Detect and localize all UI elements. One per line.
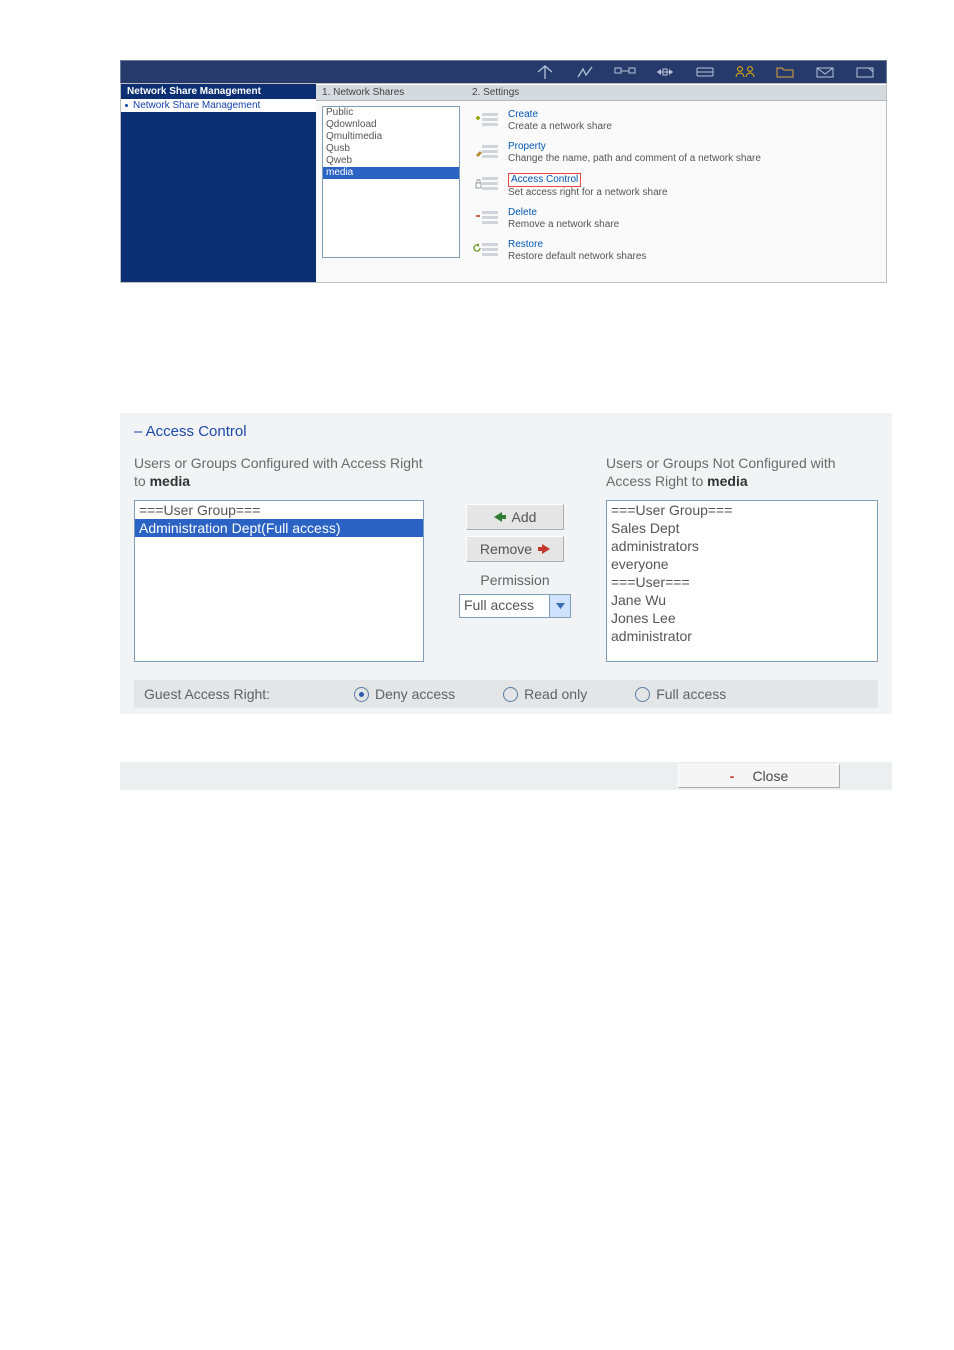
sidebar: Network Share Management Network Share M… xyxy=(121,84,316,282)
share-item[interactable]: Qusb xyxy=(323,143,459,155)
settings-row-title: Delete xyxy=(508,207,619,219)
share-item[interactable]: Public xyxy=(323,107,459,119)
guest-radio-full-access[interactable]: Full access xyxy=(635,686,726,702)
settings-icon xyxy=(476,109,502,129)
folder-icon[interactable] xyxy=(776,64,794,80)
close-button[interactable]: - Close xyxy=(678,764,840,788)
settings-row-desc: Change the name, path and comment of a n… xyxy=(508,153,761,165)
mail-icon[interactable] xyxy=(816,64,834,80)
minus-icon: - xyxy=(730,768,735,784)
settings-row-title: Property xyxy=(508,141,761,153)
storage-icon[interactable] xyxy=(696,64,714,80)
settings-row-create[interactable]: CreateCreate a network share xyxy=(476,109,876,133)
guest-radio-label: Full access xyxy=(656,686,726,702)
settings-icon xyxy=(476,207,502,227)
arrow-right-icon xyxy=(538,544,550,554)
guest-radio-read-only[interactable]: Read only xyxy=(503,686,587,702)
list-item[interactable]: ===User Group=== xyxy=(135,501,423,519)
chevron-down-icon xyxy=(549,595,570,617)
guest-access-label: Guest Access Right: xyxy=(144,686,354,702)
quick-icon[interactable] xyxy=(576,64,594,80)
settings-row-desc: Remove a network share xyxy=(508,219,619,231)
not-configured-label: Users or Groups Not Configured with Acce… xyxy=(606,454,878,490)
sidebar-heading: Network Share Management xyxy=(121,84,316,99)
permission-label: Permission xyxy=(480,572,549,588)
guest-radio-deny-access[interactable]: Deny access xyxy=(354,686,455,702)
remove-button[interactable]: Remove xyxy=(466,536,564,562)
list-item[interactable]: ===User Group=== xyxy=(607,501,877,519)
share-item[interactable]: media xyxy=(323,167,459,179)
settings-icon xyxy=(476,173,502,193)
footer-bar: - Close xyxy=(120,762,892,790)
sidebar-item-label: Network Share Management xyxy=(133,100,260,111)
not-configured-listbox[interactable]: ===User Group===Sales Deptadministrators… xyxy=(606,500,878,662)
settings-row-title: Access Control xyxy=(508,173,581,187)
top-toolbar xyxy=(120,60,887,83)
home-icon[interactable] xyxy=(536,64,554,80)
settings-row-restore[interactable]: RestoreRestore default network shares xyxy=(476,239,876,263)
add-button[interactable]: Add xyxy=(466,504,564,530)
shares-listbox[interactable]: PublicQdownloadQmultimediaQusbQwebmedia xyxy=(322,106,460,258)
settings-row-property[interactable]: PropertyChange the name, path and commen… xyxy=(476,141,876,165)
settings-icon xyxy=(476,239,502,259)
network-share-management-panel: Network Share Management Network Share M… xyxy=(120,60,887,283)
permission-select[interactable]: Full access xyxy=(459,594,571,618)
guest-radio-label: Read only xyxy=(524,686,587,702)
list-item[interactable]: Jones Lee xyxy=(607,609,877,627)
list-item[interactable]: Sales Dept xyxy=(607,519,877,537)
network-icon[interactable] xyxy=(616,64,634,80)
guest-radio-label: Deny access xyxy=(375,686,455,702)
settings-row-desc: Restore default network shares xyxy=(508,251,646,263)
eject-icon[interactable] xyxy=(856,64,874,80)
settings-row-desc: Set access right for a network share xyxy=(508,187,668,199)
configured-label: Users or Groups Configured with Access R… xyxy=(134,454,424,490)
sidebar-item-network-share-management[interactable]: Network Share Management xyxy=(121,99,316,112)
access-control-panel: – Access Control Users or Groups Configu… xyxy=(120,413,892,790)
settings-heading: 2. Settings xyxy=(466,84,886,101)
list-item[interactable]: ===User=== xyxy=(607,573,877,591)
settings-row-title: Restore xyxy=(508,239,646,251)
share-item[interactable]: Qmultimedia xyxy=(323,131,459,143)
main-area: 1. Network Shares PublicQdownloadQmultim… xyxy=(316,84,886,282)
share-item[interactable]: Qweb xyxy=(323,155,459,167)
share-icon[interactable] xyxy=(656,64,674,80)
list-item[interactable]: everyone xyxy=(607,555,877,573)
share-item[interactable]: Qdownload xyxy=(323,119,459,131)
guest-access-row: Guest Access Right: Deny access Read only… xyxy=(134,680,878,708)
settings-row-access-control[interactable]: Access ControlSet access right for a net… xyxy=(476,173,876,199)
settings-row-title: Create xyxy=(508,109,612,121)
settings-row-desc: Create a network share xyxy=(508,121,612,133)
list-item[interactable]: administrators xyxy=(607,537,877,555)
access-control-heading: – Access Control xyxy=(134,423,878,440)
shares-heading: 1. Network Shares xyxy=(316,84,466,101)
list-item[interactable]: Jane Wu xyxy=(607,591,877,609)
configured-listbox[interactable]: ===User Group===Administration Dept(Full… xyxy=(134,500,424,662)
settings-row-delete[interactable]: DeleteRemove a network share xyxy=(476,207,876,231)
list-item[interactable]: administrator xyxy=(607,627,877,645)
arrow-left-icon xyxy=(494,512,506,522)
list-item[interactable]: Administration Dept(Full access) xyxy=(135,519,423,537)
user-icon[interactable] xyxy=(736,64,754,80)
settings-icon xyxy=(476,141,502,161)
